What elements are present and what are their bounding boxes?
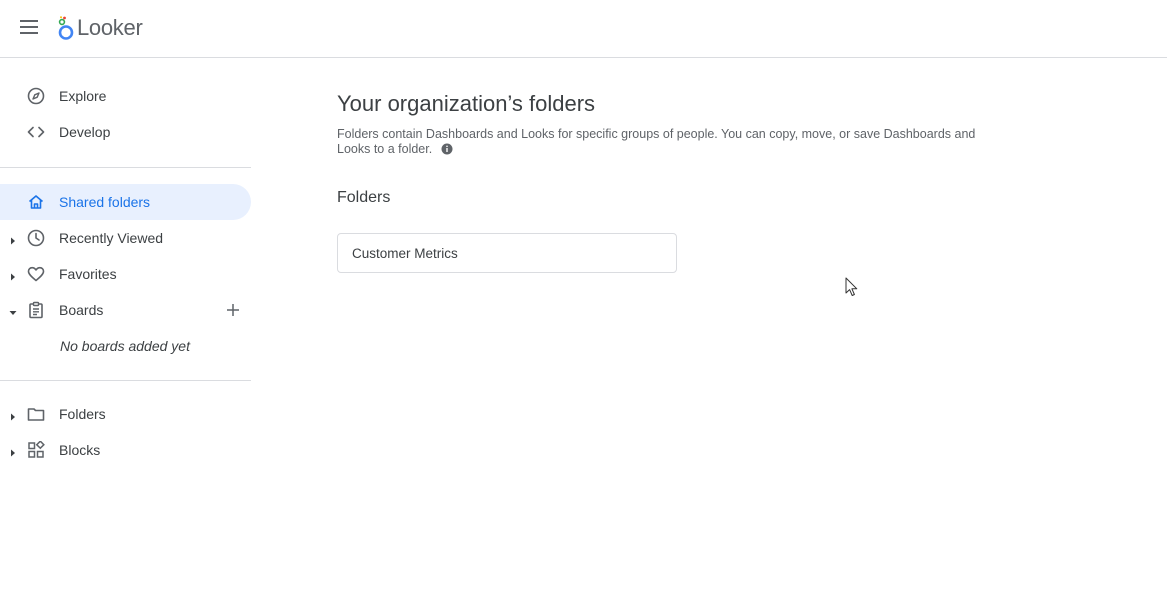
expand-caret-icon[interactable] [8,233,18,245]
heart-icon [27,265,45,283]
sidebar-item-favorites[interactable]: Favorites [0,256,251,292]
sidebar-item-shared-folders[interactable]: Shared folders [0,184,251,220]
compass-icon [27,87,45,105]
sidebar-item-explore[interactable]: Explore [0,78,251,114]
expand-caret-icon[interactable] [8,269,18,281]
folders-section-title: Folders [337,189,391,206]
sidebar-item-label: Folders [59,406,106,422]
expand-caret-icon[interactable] [8,445,18,457]
folder-card[interactable]: Customer Metrics [337,233,677,273]
page-title: Your organization’s folders [337,91,596,116]
logo-text: Looker [77,15,143,40]
home-icon [27,193,45,211]
sidebar: Explore Develop Shared folders Recently … [0,58,251,597]
sidebar-divider [0,167,251,168]
collapse-caret-icon[interactable] [8,305,18,315]
clock-icon [27,229,45,247]
boards-empty-text: No boards added yet [60,338,190,354]
add-board-icon[interactable] [224,301,242,319]
sidebar-item-label: Explore [59,88,107,104]
looker-logo[interactable]: Looker [57,14,143,42]
sidebar-item-blocks[interactable]: Blocks [0,432,251,468]
sidebar-item-label: Develop [59,124,111,140]
page-description: Folders contain Dashboards and Looks for… [337,127,1007,157]
sidebar-item-label: Shared folders [59,194,151,210]
looker-logo-icon [58,16,74,40]
sidebar-item-label: Favorites [59,266,117,282]
info-icon[interactable] [441,143,453,155]
code-icon [27,123,45,141]
page-description-text: Folders contain Dashboards and Looks for… [337,127,976,156]
mouse-cursor-icon [845,277,858,296]
sidebar-item-recently-viewed[interactable]: Recently Viewed [0,220,251,256]
folder-icon [27,405,45,423]
sidebar-item-boards[interactable]: Boards [0,292,251,328]
sidebar-item-label: Boards [59,302,104,318]
sidebar-item-develop[interactable]: Develop [0,114,251,150]
expand-caret-icon[interactable] [8,409,18,421]
sidebar-item-folders[interactable]: Folders [0,396,251,432]
folder-name: Customer Metrics [352,246,458,261]
top-bar: Looker [0,0,1167,58]
hamburger-menu-icon[interactable] [16,14,42,40]
sidebar-divider [0,380,251,381]
sidebar-item-label: Blocks [59,442,101,458]
blocks-icon [27,440,45,459]
sidebar-item-label: Recently Viewed [59,230,164,246]
clipboard-icon [27,301,45,319]
